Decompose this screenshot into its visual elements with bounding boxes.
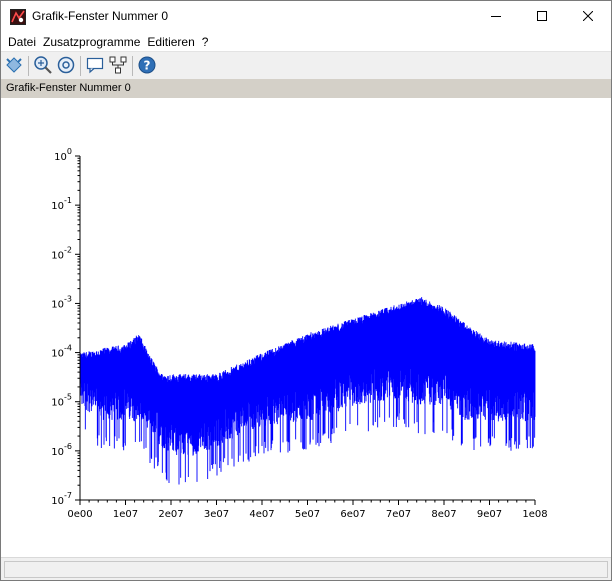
x-tick-label: 7e07 [386,509,411,520]
minimize-icon [491,10,501,24]
status-field [4,561,608,578]
x-tick-label: 8e07 [431,509,456,520]
info-bar: Grafik-Fenster Nummer 0 [1,79,611,98]
maximize-button[interactable] [519,1,565,32]
maximize-icon [537,10,547,24]
scilab-app-icon [10,9,26,25]
toolbar: ? [1,51,611,79]
toolbar-separator [80,56,81,76]
rotate-icon [4,55,24,78]
x-tick-label: 6e07 [340,509,365,520]
x-tick-label: 4e07 [249,509,274,520]
y-tick-label: 10-5 [51,393,72,409]
y-axis: 100 10-1 10-2 10-3 10-4 10-5 10-6 10-7 [51,147,80,507]
log-plot: 100 10-1 10-2 10-3 10-4 10-5 10-6 10-7 0e00 1e07… [51,147,548,520]
info-bar-text: Grafik-Fenster Nummer 0 [6,82,131,94]
close-button[interactable] [565,1,611,32]
x-tick-label: 2e07 [158,509,183,520]
svg-text:?: ? [144,58,151,72]
y-tick-label: 10-2 [51,245,72,261]
y-tick-label: 10-4 [51,344,72,360]
datatip-button[interactable] [84,55,106,77]
help-icon: ? [137,55,157,78]
y-tick-label: 10-1 [51,196,72,212]
toolbar-separator [132,56,133,76]
y-tick-label: 10-3 [51,294,72,310]
title-bar[interactable]: Grafik-Fenster Nummer 0 [1,1,611,32]
x-tick-label: 1e08 [522,509,547,520]
zoom-icon [33,55,53,78]
x-tick-label: 1e07 [113,509,138,520]
x-tick-label: 3e07 [204,509,229,520]
status-bar [1,557,611,580]
menu-bar: Datei Zusatzprogramme Editieren ? [1,32,611,51]
x-tick-label: 5e07 [295,509,320,520]
menu-zusatzprogramme[interactable]: Zusatzprogramme [40,35,143,49]
help-button[interactable]: ? [136,55,158,77]
toolbar-separator [28,56,29,76]
menu-editieren[interactable]: Editieren [144,35,197,49]
menu-datei[interactable]: Datei [5,35,39,49]
window-title: Grafik-Fenster Nummer 0 [32,9,169,23]
datatip-icon [85,55,105,78]
menu-help[interactable]: ? [199,35,212,49]
minimize-button[interactable] [473,1,519,32]
zoom-button[interactable] [32,55,54,77]
x-tick-label: 0e00 [67,509,92,520]
x-axis: 0e00 1e07 2e07 3e07 4e07 5e07 6e07 7e07 8e07 9e07… [67,500,548,520]
tree-button[interactable] [107,55,129,77]
y-tick-label: 10-7 [51,491,72,507]
tree-icon [108,55,128,78]
rotate-button[interactable] [3,55,25,77]
close-icon [582,10,594,24]
signal-series [79,297,536,485]
plot-area[interactable]: 100 10-1 10-2 10-3 10-4 10-5 10-6 10-7 0e00 1e07… [1,98,611,557]
unzoom-icon [56,55,76,78]
x-tick-label: 9e07 [477,509,502,520]
y-tick-label: 10-6 [51,442,72,458]
unzoom-button[interactable] [55,55,77,77]
y-tick-label: 100 [54,147,72,163]
graphic-window: Grafik-Fenster Nummer 0 Datei Zusatzprog… [0,0,612,581]
